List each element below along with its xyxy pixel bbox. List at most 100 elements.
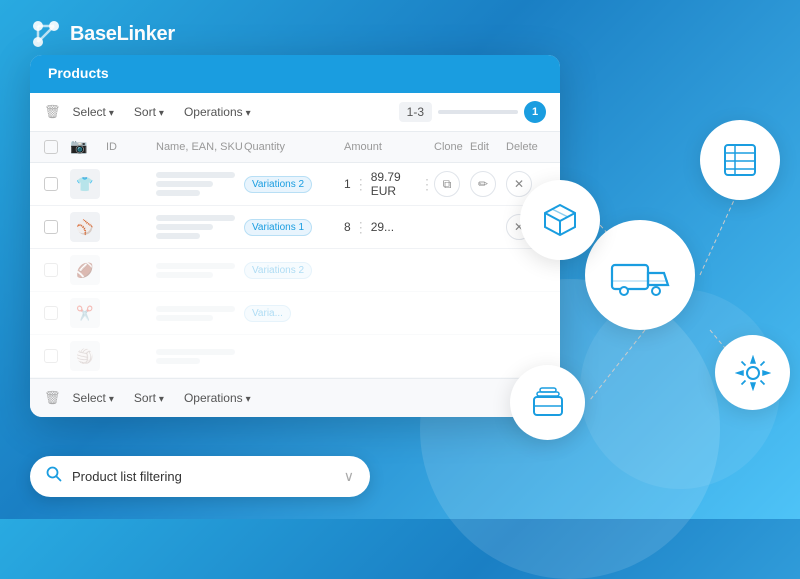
line-2 bbox=[156, 358, 200, 364]
qty-val: 8 bbox=[344, 220, 351, 234]
header-amount: Amount bbox=[344, 141, 434, 153]
line-2 bbox=[156, 272, 213, 278]
variation-badge: Variations 1 bbox=[244, 219, 312, 236]
table-header: 📷 ID Name, EAN, SKU Quantity Amount Clon… bbox=[30, 132, 560, 163]
product-thumb: 🏈 bbox=[70, 255, 100, 285]
row-lines bbox=[156, 172, 244, 196]
line-1 bbox=[156, 215, 235, 221]
amount-val: 29... bbox=[371, 220, 394, 234]
line-1 bbox=[156, 306, 235, 312]
table-row: 🏈 Variations 2 bbox=[30, 249, 560, 292]
line-1 bbox=[156, 172, 235, 178]
qty-val: 1 bbox=[344, 177, 351, 191]
camera-icon: 📷 bbox=[70, 138, 87, 154]
list-circle bbox=[700, 120, 780, 200]
page-range: 1-3 bbox=[399, 102, 432, 122]
product-thumb: ✂️ bbox=[70, 298, 100, 328]
sort-top-button[interactable]: Sort bbox=[126, 101, 172, 123]
operations-bottom-chevron bbox=[246, 391, 251, 405]
sort-top-chevron bbox=[159, 105, 164, 119]
quantity-cell: Variations 2 bbox=[244, 176, 344, 193]
product-thumb: 👕 bbox=[70, 169, 100, 199]
amount-val: 89.79 EUR bbox=[371, 170, 417, 198]
header-quantity: Quantity bbox=[244, 141, 344, 153]
card-title: Products bbox=[48, 65, 109, 81]
sort-top-label: Sort bbox=[134, 105, 156, 119]
select-bottom-button[interactable]: Select bbox=[65, 387, 122, 409]
search-placeholder: Product list filtering bbox=[72, 469, 334, 484]
delivery-circle bbox=[585, 220, 695, 330]
variation-badge: Varia... bbox=[244, 305, 291, 322]
amount-cell: 8 ⋮ 29... bbox=[344, 219, 434, 236]
line-1 bbox=[156, 349, 235, 355]
line-2 bbox=[156, 315, 213, 321]
table-row: 🏐 bbox=[30, 335, 560, 378]
variation-badge: Variations 2 bbox=[244, 262, 312, 279]
stack-circle bbox=[510, 365, 585, 440]
logo-text: BaseLinker bbox=[70, 23, 175, 46]
operations-top-label: Operations bbox=[184, 105, 243, 119]
quantity-cell: Varia... bbox=[244, 305, 344, 322]
sort-bottom-label: Sort bbox=[134, 391, 156, 405]
table-row: ✂️ Varia... bbox=[30, 292, 560, 335]
line-2 bbox=[156, 181, 213, 187]
gear-circle bbox=[715, 335, 790, 410]
qty-dots[interactable]: ⋮ bbox=[354, 176, 368, 193]
select-top-label: Select bbox=[73, 105, 106, 119]
line-1 bbox=[156, 263, 235, 269]
search-icon bbox=[46, 466, 62, 487]
logo-icon bbox=[30, 18, 62, 50]
table-body: 👕 Variations 2 1 ⋮ 89.79 EUR ⋮ ⧉ ✏ ✕ bbox=[30, 163, 560, 378]
row-checkbox[interactable] bbox=[44, 349, 58, 363]
select-top-chevron bbox=[109, 105, 114, 119]
sort-bottom-chevron bbox=[159, 391, 164, 405]
row-checkbox[interactable] bbox=[44, 306, 58, 320]
sort-bottom-button[interactable]: Sort bbox=[126, 387, 172, 409]
search-chevron-icon: ∨ bbox=[344, 468, 354, 485]
bottom-toolbar: 🗑 Select Sort Operations bbox=[30, 378, 560, 417]
header-clone: Clone bbox=[434, 141, 470, 153]
amount-cell: 1 ⋮ 89.79 EUR ⋮ bbox=[344, 170, 434, 198]
row-checkbox[interactable] bbox=[44, 263, 58, 277]
card-header: Products bbox=[30, 55, 560, 93]
clone-button[interactable]: ⧉ bbox=[434, 171, 460, 197]
header-camera: 📷 bbox=[70, 138, 106, 156]
operations-top-chevron bbox=[246, 105, 251, 119]
qty-dots[interactable]: ⋮ bbox=[354, 219, 368, 236]
quantity-cell: Variations 2 bbox=[244, 262, 344, 279]
select-top-button[interactable]: Select bbox=[65, 101, 122, 123]
logo: BaseLinker bbox=[30, 18, 175, 50]
operations-top-button[interactable]: Operations bbox=[176, 101, 259, 123]
row-checkbox[interactable] bbox=[44, 220, 58, 234]
trash-top-icon: 🗑 bbox=[44, 104, 61, 120]
products-card: Products 🗑 Select Sort Operations 1-3 1 … bbox=[30, 55, 560, 417]
box-circle bbox=[520, 180, 600, 260]
line-3 bbox=[156, 233, 200, 239]
line-3 bbox=[156, 190, 200, 196]
row-lines bbox=[156, 349, 244, 364]
row-lines bbox=[156, 215, 244, 239]
header-name: Name, EAN, SKU bbox=[156, 141, 244, 153]
line-2 bbox=[156, 224, 213, 230]
variation-badge: Variations 2 bbox=[244, 176, 312, 193]
header-id: ID bbox=[106, 141, 156, 153]
select-bottom-label: Select bbox=[73, 391, 106, 405]
top-toolbar: 🗑 Select Sort Operations 1-3 1 bbox=[30, 93, 560, 132]
table-row: ⚾ Variations 1 8 ⋮ 29... ✕ bbox=[30, 206, 560, 249]
product-thumb: 🏐 bbox=[70, 341, 100, 371]
quantity-cell: Variations 1 bbox=[244, 219, 344, 236]
table-row: 👕 Variations 2 1 ⋮ 89.79 EUR ⋮ ⧉ ✏ ✕ bbox=[30, 163, 560, 206]
row-checkbox[interactable] bbox=[44, 177, 58, 191]
header-checkbox[interactable] bbox=[44, 140, 58, 154]
operations-bottom-label: Operations bbox=[184, 391, 243, 405]
search-bar[interactable]: Product list filtering ∨ bbox=[30, 456, 370, 497]
trash-bottom-icon: 🗑 bbox=[44, 390, 61, 406]
floating-icons-area bbox=[490, 60, 800, 490]
product-thumb: ⚾ bbox=[70, 212, 100, 242]
amount-dots[interactable]: ⋮ bbox=[420, 176, 434, 193]
select-bottom-chevron bbox=[109, 391, 114, 405]
row-lines bbox=[156, 306, 244, 321]
operations-bottom-button[interactable]: Operations bbox=[176, 387, 259, 409]
row-lines bbox=[156, 263, 244, 278]
header-checkbox-cell bbox=[44, 140, 70, 154]
